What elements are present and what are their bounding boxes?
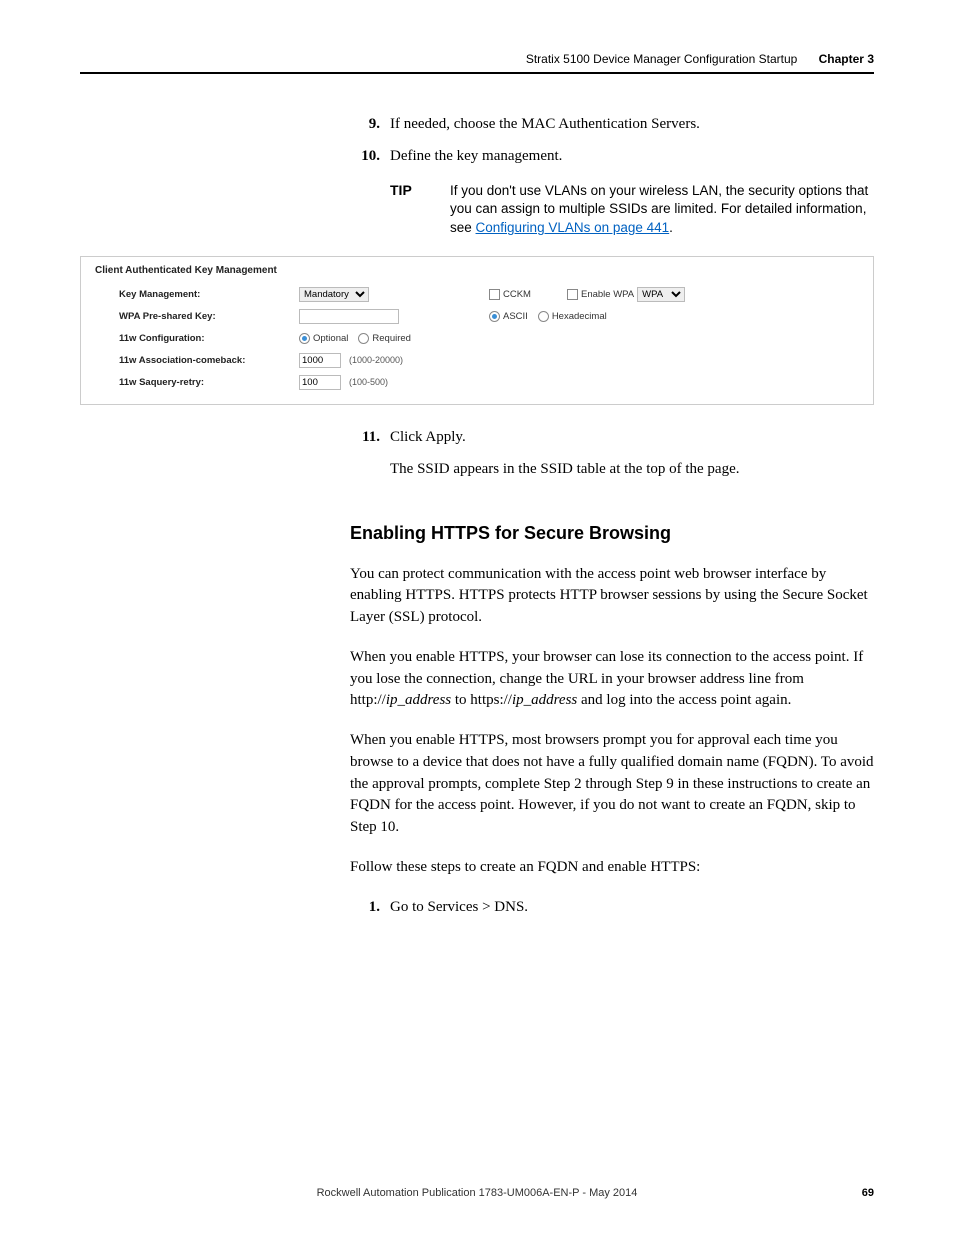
para-2-c: and log into the access point again. xyxy=(577,692,791,708)
para-2-b: to https:// xyxy=(451,692,512,708)
section-heading: Enabling HTTPS for Secure Browsing xyxy=(350,523,874,544)
label-11w-config: 11w Configuration: xyxy=(119,333,299,344)
row-wpa-psk: WPA Pre-shared Key: ASCII Hexadecimal xyxy=(119,308,859,324)
row-11w-saquery: 11w Saquery-retry: (100-500) xyxy=(119,374,859,390)
step-11-number: 11. xyxy=(350,427,380,449)
label-enable-wpa: Enable WPA xyxy=(581,289,634,300)
step-11-result: The SSID appears in the SSID table at th… xyxy=(390,459,874,481)
radio-optional[interactable]: Optional xyxy=(299,333,348,344)
header-chapter: Chapter 3 xyxy=(819,52,874,66)
step-10-text: Define the key management. xyxy=(390,146,874,168)
label-11w-association: 11w Association-comeback: xyxy=(119,355,299,366)
page-number: 69 xyxy=(862,1187,874,1199)
input-saquery-retry[interactable] xyxy=(299,375,341,390)
label-ascii: ASCII xyxy=(503,311,528,322)
tip-body: If you don't use VLANs on your wireless … xyxy=(450,182,874,239)
key-management-panel: Client Authenticated Key Management Key … xyxy=(80,256,874,405)
label-11w-saquery: 11w Saquery-retry: xyxy=(119,377,299,388)
step-11-text: Click Apply. xyxy=(390,427,874,449)
checkbox-icon xyxy=(567,289,578,300)
para-2-italic-1: ip_address xyxy=(386,692,451,708)
step-10: 10. Define the key management. xyxy=(350,146,874,168)
label-wpa-psk: WPA Pre-shared Key: xyxy=(119,311,299,322)
label-cckm: CCKM xyxy=(503,289,531,300)
radio-icon xyxy=(299,333,310,344)
step-1b-text: Go to Services > DNS. xyxy=(390,897,874,919)
row-11w-config: 11w Configuration: Optional Required xyxy=(119,330,859,346)
label-required: Required xyxy=(372,333,411,344)
row-key-management: Key Management: Mandatory CCKM Enable W xyxy=(119,286,859,302)
label-optional: Optional xyxy=(313,333,348,344)
step-9: 9. If needed, choose the MAC Authenticat… xyxy=(350,114,874,136)
panel-heading: Client Authenticated Key Management xyxy=(95,265,859,276)
page-header: Stratix 5100 Device Manager Configuratio… xyxy=(80,52,874,74)
checkbox-cckm[interactable]: CCKM xyxy=(489,289,531,300)
hint-saquery: (100-500) xyxy=(349,377,388,387)
header-doc-title: Stratix 5100 Device Manager Configuratio… xyxy=(526,52,797,66)
tip-link[interactable]: Configuring VLANs on page 441 xyxy=(476,220,670,235)
radio-required[interactable]: Required xyxy=(358,333,411,344)
radio-hex[interactable]: Hexadecimal xyxy=(538,311,607,322)
select-wpa-version[interactable]: WPA xyxy=(637,287,685,302)
para-2: When you enable HTTPS, your browser can … xyxy=(350,647,874,712)
hint-association: (1000-20000) xyxy=(349,355,403,365)
para-2-italic-2: ip_address xyxy=(512,692,577,708)
step-1b: 1. Go to Services > DNS. xyxy=(350,897,874,919)
para-3: When you enable HTTPS, most browsers pro… xyxy=(350,730,874,839)
step-1b-number: 1. xyxy=(350,897,380,919)
tip-text-post: . xyxy=(669,220,673,235)
step-9-number: 9. xyxy=(350,114,380,136)
para-4: Follow these steps to create an FQDN and… xyxy=(350,857,874,879)
para-1: You can protect communication with the a… xyxy=(350,564,874,629)
input-wpa-psk[interactable] xyxy=(299,309,399,324)
select-key-management[interactable]: Mandatory xyxy=(299,287,369,302)
tip-block: TIP If you don't use VLANs on your wirel… xyxy=(390,182,874,239)
input-association-comeback[interactable] xyxy=(299,353,341,368)
radio-icon xyxy=(358,333,369,344)
checkbox-icon xyxy=(489,289,500,300)
row-11w-association: 11w Association-comeback: (1000-20000) xyxy=(119,352,859,368)
step-9-text: If needed, choose the MAC Authentication… xyxy=(390,114,874,136)
radio-icon xyxy=(489,311,500,322)
step-10-number: 10. xyxy=(350,146,380,168)
footer-publication: Rockwell Automation Publication 1783-UM0… xyxy=(0,1187,954,1199)
label-hex: Hexadecimal xyxy=(552,311,607,322)
tip-label: TIP xyxy=(390,182,450,239)
radio-ascii[interactable]: ASCII xyxy=(489,311,528,322)
label-key-management: Key Management: xyxy=(119,289,299,300)
step-11: 11. Click Apply. xyxy=(350,427,874,449)
radio-icon xyxy=(538,311,549,322)
checkbox-enable-wpa[interactable]: Enable WPA xyxy=(567,289,634,300)
